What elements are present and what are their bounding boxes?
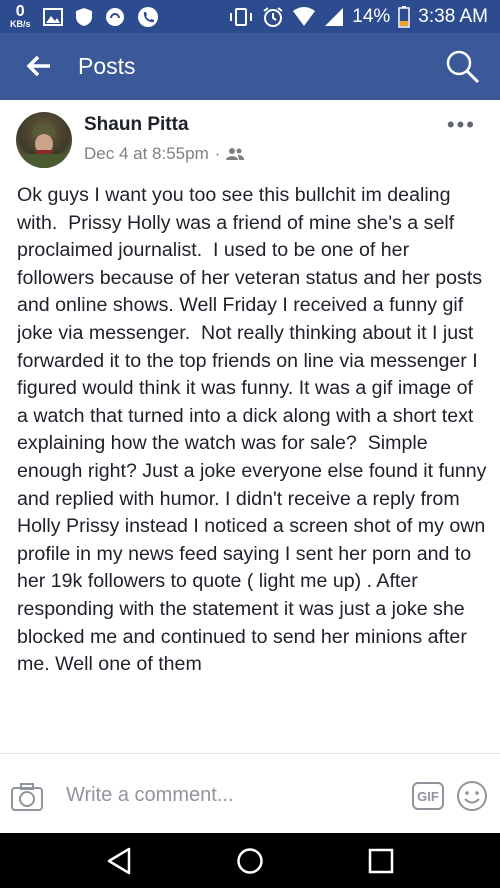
post-timestamp[interactable]: Dec 4 at 8:55pm (84, 144, 209, 164)
shield-notification-icon (75, 7, 92, 26)
network-speed-value: 0 (15, 3, 25, 20)
system-nav-bar (0, 833, 500, 888)
phone-notification-icon (137, 6, 158, 27)
gallery-notification-icon (42, 7, 63, 26)
status-right: 14% 3:38 AM (228, 0, 488, 33)
avatar[interactable] (16, 112, 72, 168)
nav-home-icon[interactable] (236, 847, 264, 875)
search-icon[interactable] (444, 48, 480, 84)
camera-icon[interactable] (10, 782, 44, 812)
app-bar: Posts (0, 33, 500, 100)
comment-bar: Write a comment... GIF (0, 753, 500, 834)
post-meta: Dec 4 at 8:55pm · (84, 144, 245, 164)
network-speed-unit: KB/s (10, 19, 31, 29)
post-body: Ok guys I want you too see this bullchit… (17, 184, 487, 676)
comment-input[interactable]: Write a comment... (66, 784, 233, 807)
signal-icon (325, 7, 344, 26)
gif-icon[interactable]: GIF (412, 782, 444, 810)
vibrate-icon (230, 7, 253, 26)
page-title: Posts (78, 53, 136, 79)
avatar-image (24, 124, 64, 168)
battery-percent: 14% (352, 5, 391, 27)
meta-separator: · (214, 144, 221, 163)
status-bar: 0 KB/s 14% 3:38 AM (0, 0, 500, 33)
alarm-icon (263, 6, 283, 27)
clock: 3:38 AM (418, 5, 488, 27)
status-left: 0 KB/s (10, 4, 159, 29)
back-arrow-icon[interactable] (24, 51, 54, 81)
post-header: Shaun Pitta Dec 4 at 8:55pm · ••• (0, 100, 500, 180)
emoji-icon[interactable] (456, 780, 488, 812)
wifi-icon (293, 6, 316, 26)
network-speed: 0 KB/s (10, 4, 31, 29)
nav-recents-icon[interactable] (368, 848, 394, 874)
more-options-icon[interactable]: ••• (447, 112, 476, 138)
post-author[interactable]: Shaun Pitta (84, 114, 189, 136)
battery-icon (398, 5, 411, 28)
nav-back-icon[interactable] (106, 847, 132, 875)
friends-audience-icon (226, 148, 245, 160)
app-notification-icon (105, 7, 124, 26)
